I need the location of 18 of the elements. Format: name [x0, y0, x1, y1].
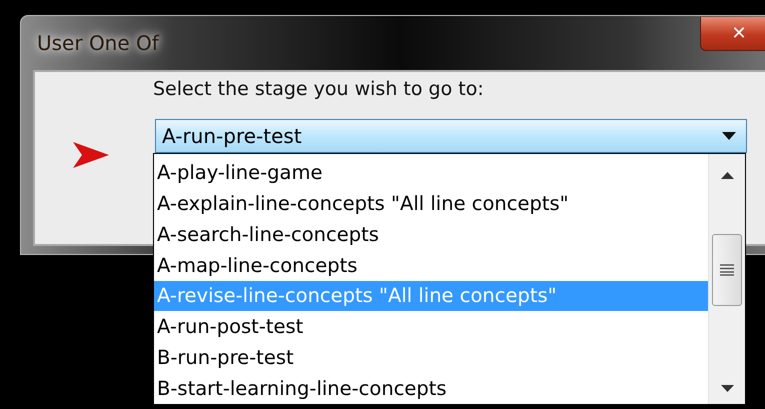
dropdown-option[interactable]: A-run-post-test [154, 311, 708, 342]
dropdown-option[interactable]: A-play-line-game [154, 157, 708, 188]
prompt-label: Select the stage you wish to go to: [153, 78, 484, 100]
pointer-arrow-icon [73, 142, 109, 168]
dropdown-option[interactable]: B-start-learning-line-concepts [154, 373, 708, 404]
caret-down-icon [722, 132, 736, 140]
dropdown-option[interactable]: A-map-line-concepts [154, 250, 708, 280]
dropdown-option[interactable]: A-search-line-concepts [154, 218, 708, 250]
close-button[interactable]: ✕ [700, 17, 765, 51]
scroll-down-icon [720, 385, 734, 392]
grip-icon [720, 264, 734, 276]
scroll-thumb[interactable] [712, 234, 742, 306]
dropdown-option[interactable]: A-explain-line-concepts "All line concepts" [154, 188, 708, 219]
scrollbar[interactable] [708, 154, 745, 404]
stage-dropdown[interactable]: A-run-pre-test [155, 119, 747, 153]
dropdown-option[interactable]: B-run-pre-test [154, 342, 708, 374]
scroll-up-icon [720, 172, 734, 179]
window-title: User One Of [36, 31, 159, 55]
